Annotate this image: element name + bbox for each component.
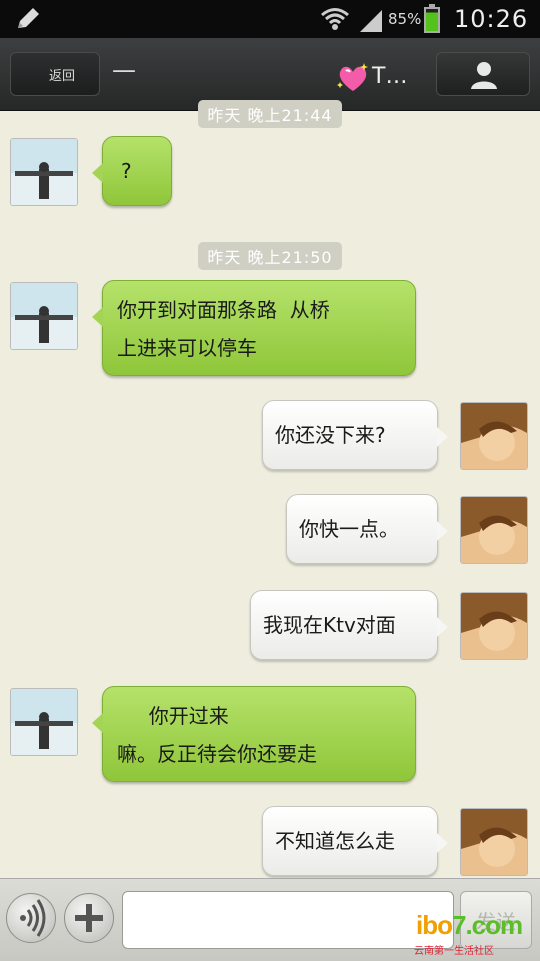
edit-pen-icon bbox=[18, 8, 39, 28]
my-avatar[interactable] bbox=[460, 808, 528, 876]
contact-avatar[interactable] bbox=[10, 138, 78, 206]
message-bubble-sent[interactable]: 不知道怎么走 bbox=[262, 806, 448, 876]
back-button[interactable]: 返回 bbox=[10, 52, 100, 96]
status-bar: 85% 10:26 bbox=[0, 0, 540, 38]
timestamp: 昨天 晚上21:50 bbox=[198, 242, 342, 270]
message-text: 你开到对面那条路 从桥 bbox=[117, 298, 330, 322]
signal-icon bbox=[360, 10, 382, 32]
watermark-logo: ibo7.com 云南第一生活社区 bbox=[412, 910, 540, 960]
my-avatar[interactable] bbox=[460, 402, 528, 470]
clock: 10:26 bbox=[454, 5, 529, 33]
voice-button[interactable] bbox=[6, 893, 56, 943]
message-bubble-received[interactable]: 你开过来 嘛。反正待会你还要走 bbox=[92, 686, 416, 782]
wifi-icon bbox=[321, 8, 349, 30]
message-input[interactable] bbox=[122, 891, 454, 949]
sparkle-heart-icon bbox=[337, 63, 368, 91]
contact-avatar[interactable] bbox=[10, 688, 78, 756]
contact-avatar[interactable] bbox=[10, 282, 78, 350]
message-bubble-received[interactable]: 你开到对面那条路 从桥 上进来可以停车 bbox=[92, 280, 416, 376]
message-bubble-sent[interactable]: 你快一点。 bbox=[286, 494, 448, 564]
message-bubble-sent[interactable]: 你还没下来? bbox=[262, 400, 448, 470]
my-avatar[interactable] bbox=[460, 592, 528, 660]
message-text: 上进来可以停车 bbox=[117, 336, 257, 360]
profile-icon bbox=[471, 62, 497, 89]
my-avatar[interactable] bbox=[460, 496, 528, 564]
battery-icon bbox=[424, 4, 440, 33]
timestamp: 昨天 晚上21:44 bbox=[198, 100, 342, 128]
watermark-subtitle: 云南第一生活社区 bbox=[414, 946, 494, 957]
message-text: 不知道怎么走 bbox=[275, 829, 395, 853]
message-bubble-received[interactable]: ? bbox=[92, 136, 172, 206]
message-text: 你还没下来? bbox=[275, 423, 386, 447]
add-button[interactable] bbox=[64, 893, 114, 943]
message-text: 嘛。反正待会你还要走 bbox=[117, 742, 317, 766]
message-bubble-sent[interactable]: 我现在Ktv对面 bbox=[250, 590, 448, 660]
message-text: 你快一点。 bbox=[299, 517, 399, 541]
contact-name: T… bbox=[372, 64, 408, 89]
back-button-label: 返回 bbox=[48, 68, 75, 84]
profile-button[interactable] bbox=[436, 52, 530, 96]
watermark-text: ibo7.com bbox=[416, 910, 523, 940]
plus-icon bbox=[75, 904, 103, 932]
message-text: ? bbox=[121, 159, 132, 183]
title-dash: — bbox=[112, 56, 136, 84]
voice-icon bbox=[20, 899, 46, 937]
battery-percent: 85% bbox=[388, 10, 422, 28]
message-text: 你开过来 bbox=[117, 704, 229, 728]
message-text: 我现在Ktv对面 bbox=[263, 613, 396, 637]
